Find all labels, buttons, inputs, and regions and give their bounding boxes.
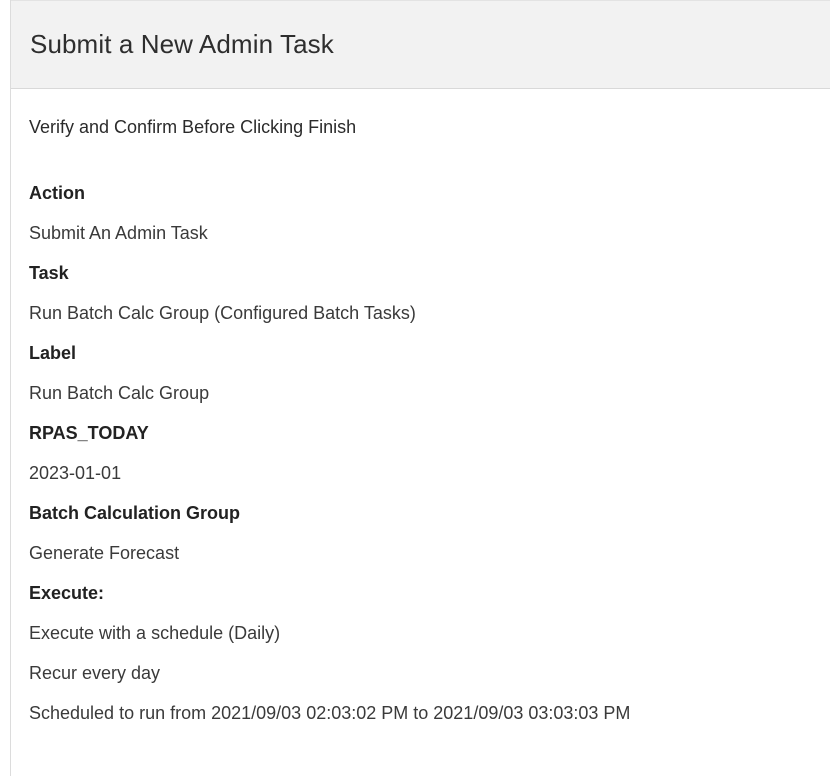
batch-calculation-group-label: Batch Calculation Group: [29, 503, 241, 523]
rpas-today-label: RPAS_TODAY: [29, 423, 149, 443]
execute-label: Execute:: [29, 583, 105, 603]
batch-calculation-group-value: Generate Forecast: [29, 543, 180, 563]
action-value: Submit An Admin Task: [29, 223, 208, 243]
action-label: Action: [29, 183, 85, 203]
label-label: Label: [29, 343, 77, 363]
schedule-range-value: Scheduled to run from 2021/09/03 02:03:0…: [29, 703, 631, 723]
task-value: Run Batch Calc Group (Configured Batch T…: [29, 303, 416, 323]
task-label: Task: [29, 263, 69, 283]
submit-admin-task-dialog: Submit a New Admin Task Verify and Confi…: [10, 0, 830, 776]
task-summary: Action Submit An Admin Task Task Run Bat…: [29, 173, 830, 733]
confirmation-instruction: Verify and Confirm Before Clicking Finis…: [29, 117, 357, 137]
execute-mode-value: Execute with a schedule (Daily): [29, 623, 281, 643]
dialog-title: Submit a New Admin Task: [30, 29, 334, 59]
recurrence-value: Recur every day: [29, 663, 161, 683]
dialog-header: Submit a New Admin Task: [11, 0, 830, 89]
dialog-body: Verify and Confirm Before Clicking Finis…: [11, 89, 830, 733]
rpas-today-value: 2023-01-01: [29, 463, 122, 483]
label-value: Run Batch Calc Group: [29, 383, 210, 403]
